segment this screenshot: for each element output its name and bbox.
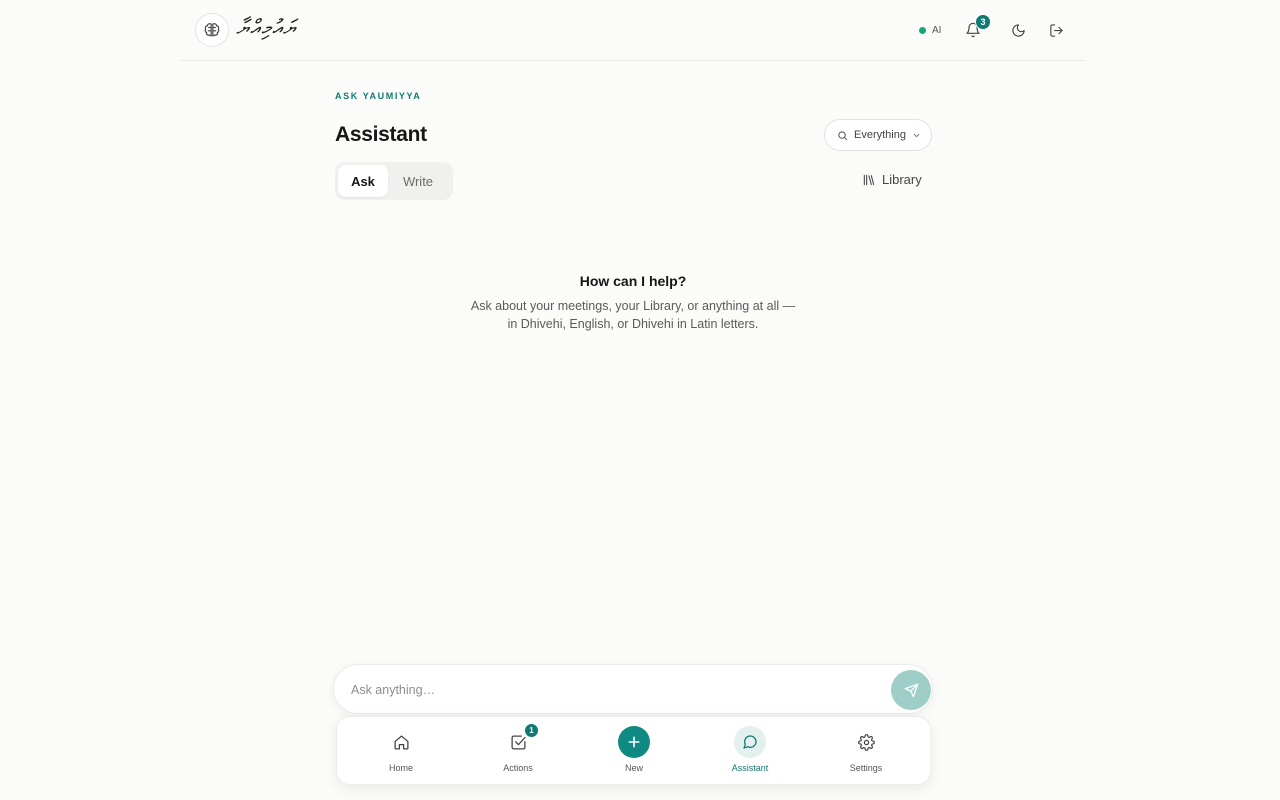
library-icon <box>863 174 875 185</box>
empty-state-line-2: in Dhivehi, English, or Dhivehi in Latin… <box>507 317 759 331</box>
tab-ask[interactable]: Ask <box>338 165 388 197</box>
library-link[interactable]: Library <box>862 172 922 187</box>
nav-label-settings: Settings <box>849 763 883 773</box>
empty-state-title: How can I help? <box>579 273 687 289</box>
search-icon <box>838 130 848 140</box>
notifications-button[interactable]: 3 <box>961 14 991 42</box>
nav-label-assistant: Assistant <box>731 763 769 773</box>
empty-state-line-1: Ask about your meetings, your Library, o… <box>470 299 796 313</box>
logout-button[interactable] <box>1044 18 1068 42</box>
chat-input[interactable] <box>351 680 881 700</box>
nav-item-actions[interactable]: 1 Actions <box>468 717 568 786</box>
logout-icon <box>1049 23 1063 37</box>
nav-item-assistant[interactable]: Assistant <box>700 717 800 786</box>
nav-label-actions: Actions <box>503 763 533 773</box>
notification-count-badge: 3 <box>975 14 991 30</box>
gear-icon <box>850 726 882 758</box>
bottom-nav: Home 1 Actions New Assistant Settings <box>336 716 931 785</box>
actions-count-badge: 1 <box>524 723 539 738</box>
nav-item-new[interactable]: New <box>584 717 684 786</box>
page-title: Assistant <box>335 123 427 146</box>
chat-bubble-icon <box>734 726 766 758</box>
ai-status-badge: AI <box>911 19 950 41</box>
page-eyebrow: ASK YAUMIYYA <box>335 91 422 101</box>
nav-label-home: Home <box>388 763 413 773</box>
theme-toggle-button[interactable] <box>1006 18 1030 42</box>
ai-status-label: AI <box>932 24 942 36</box>
nav-item-settings[interactable]: Settings <box>816 717 916 786</box>
send-icon <box>904 683 918 697</box>
home-icon <box>385 726 417 758</box>
brand-wordmark: ޔައުމިއްޔާ <box>236 16 297 41</box>
chat-composer <box>333 664 933 714</box>
top-bar: ޔައުމިއްޔާ AI 3 <box>180 0 1086 61</box>
moon-icon <box>1011 23 1025 37</box>
mode-tabs: Ask Write <box>335 162 453 200</box>
brain-logo-icon[interactable] <box>195 13 229 47</box>
status-dot-icon <box>919 26 926 34</box>
chevron-down-icon <box>913 133 920 137</box>
nav-item-home[interactable]: Home <box>351 717 451 786</box>
send-button[interactable] <box>891 670 931 710</box>
nav-label-new: New <box>624 763 643 773</box>
empty-state-description: Ask about your meetings, your Library, o… <box>433 297 833 333</box>
scope-select[interactable]: Everything <box>824 119 932 151</box>
plus-icon <box>618 726 650 758</box>
library-link-label: Library <box>882 172 922 187</box>
tab-write[interactable]: Write <box>388 165 448 197</box>
scope-select-value: Everything <box>854 129 906 141</box>
